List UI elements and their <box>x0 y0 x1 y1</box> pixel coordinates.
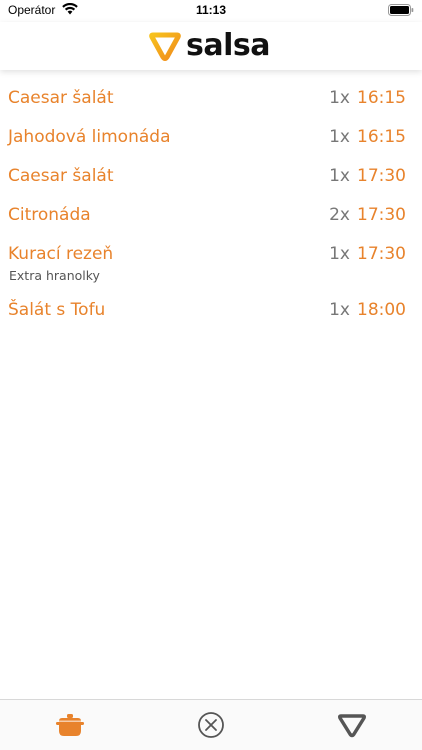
order-item-quantity: 1x <box>329 88 350 108</box>
order-item-name: Kurací rezeň <box>8 244 114 264</box>
order-item-time: 16:15 <box>357 127 406 147</box>
order-row[interactable]: Kurací rezeň Extra hranolky 1x 17:30 <box>0 236 422 292</box>
tab-cancelled[interactable] <box>141 700 281 750</box>
order-item-time: 17:30 <box>357 205 406 225</box>
tab-orders[interactable] <box>0 700 140 750</box>
logo-wordmark: salsa <box>186 28 270 63</box>
order-item-name: Caesar šalát <box>8 88 114 108</box>
cooking-pot-icon <box>56 714 84 736</box>
order-row[interactable]: Caesar šalát 1x 17:30 <box>0 158 422 197</box>
order-item-name: Šalát s Tofu <box>8 300 106 320</box>
order-row[interactable]: Caesar šalát 1x 16:15 <box>0 80 422 119</box>
close-circle-icon <box>198 712 224 738</box>
order-row[interactable]: Jahodová limonáda 1x 16:15 <box>0 119 422 158</box>
order-item-name: Citronáda <box>8 205 91 225</box>
battery-icon <box>388 4 414 16</box>
order-item-quantity: 2x <box>329 205 350 225</box>
status-clock: 11:13 <box>195 3 227 17</box>
tab-bar <box>0 699 422 750</box>
app-header: salsa <box>0 22 422 70</box>
order-item-note: Extra hranolky <box>9 268 100 283</box>
order-item-quantity: 1x <box>329 166 350 186</box>
order-row[interactable]: Citronáda 2x 17:30 <box>0 197 422 236</box>
order-row[interactable]: Šalát s Tofu 1x 18:00 <box>0 292 422 331</box>
status-bar: Operátor 11:13 <box>0 0 422 22</box>
order-item-quantity: 1x <box>329 127 350 147</box>
order-item-time: 18:00 <box>357 300 406 320</box>
order-item-name: Jahodová limonáda <box>8 127 171 147</box>
salsa-logo: salsa <box>148 28 270 64</box>
salsa-logo-mark-icon <box>149 32 181 61</box>
order-item-time: 17:30 <box>357 244 406 264</box>
salsa-logo-icon <box>337 714 367 738</box>
order-item-quantity: 1x <box>329 244 350 264</box>
order-item-time: 17:30 <box>357 166 406 186</box>
order-item-quantity: 1x <box>329 300 350 320</box>
order-list[interactable]: Caesar šalát 1x 16:15 Jahodová limonáda 1x 16… <box>0 80 422 331</box>
order-item-time: 16:15 <box>357 88 406 108</box>
order-item-name: Caesar šalát <box>8 166 114 186</box>
tab-salsa[interactable] <box>282 700 422 750</box>
